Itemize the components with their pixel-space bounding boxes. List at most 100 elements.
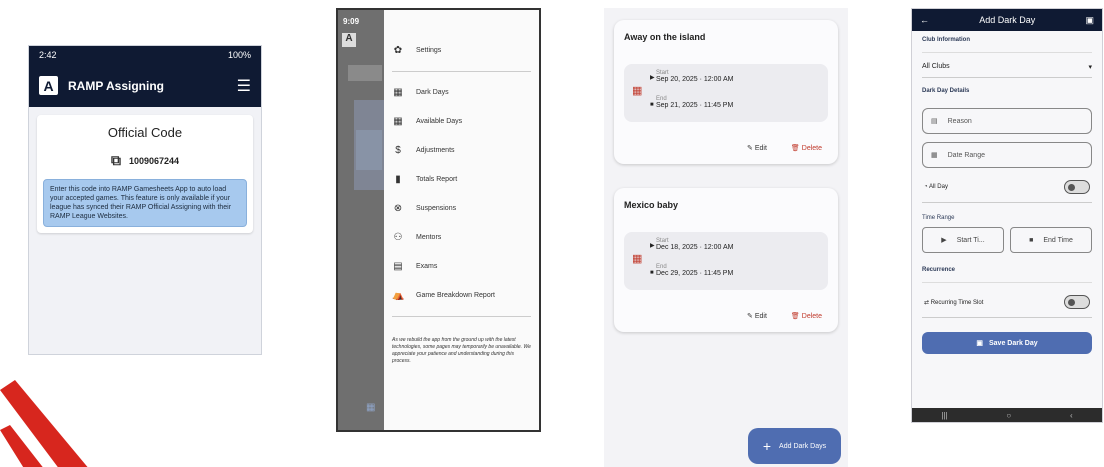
divider (392, 71, 531, 72)
menu-item-label: Settings (416, 47, 442, 54)
card-title: Official Code (107, 125, 183, 140)
menu-item-exams[interactable]: ▤ Exams (392, 252, 531, 281)
info-note: Enter this code into RAMP Gamesheets App… (43, 179, 247, 227)
section-club-information: Club Information (922, 31, 1092, 53)
dropdown-arrow-icon: ▾ (1088, 64, 1092, 71)
menu-item-label: Adjustments (416, 147, 455, 154)
date-range-field[interactable]: ▦ Date Range (922, 142, 1092, 168)
menu-item-suspensions[interactable]: ⊗ Suspensions (392, 194, 531, 223)
recent-apps-icon[interactable]: ||| (941, 411, 947, 420)
card-actions: ✎ Edit 🗑 Delete (624, 312, 828, 320)
battery-level: 100% (227, 50, 251, 60)
calendar-icon: ▦ (931, 152, 938, 159)
trash-icon: 🗑 (790, 313, 802, 320)
edit-label: Edit (754, 145, 767, 152)
official-code-value: 1009067244 (128, 155, 180, 166)
date-range-box: ▦ ▶ Start Dec 18, 2025 · 12:00 AM ■ End De… (624, 232, 828, 290)
menu-item-game-breakdown-report[interactable]: ⛺ Game Breakdown Report (392, 281, 531, 310)
status-bar: 2:42 100% (29, 46, 261, 64)
edit-button[interactable]: ✎ Edit (747, 312, 767, 320)
save-icon[interactable]: ▣ (1085, 15, 1094, 26)
dark-day-card: Away on the island ▦ ▶ Start Sep 20, 2025… (614, 20, 838, 164)
end-time-label: End Time (1043, 236, 1073, 244)
system-nav-bar: ||| ○ ‹ (912, 408, 1102, 422)
recurring-toggle[interactable] (1064, 295, 1090, 309)
calendar-icon: ▦ (393, 116, 403, 127)
time-range-label: Time Range (922, 215, 955, 221)
section-dark-day-details: Dark Day Details (922, 88, 970, 94)
clubs-select-value: All Clubs (922, 63, 950, 70)
back-arrow-icon[interactable]: ← (920, 15, 929, 25)
recurring-row: ⇄ Recurring Time Slot (922, 291, 1092, 318)
dark-day-title: Away on the island (624, 32, 706, 42)
repeat-icon: ⇄ (924, 299, 931, 306)
menu-item-settings[interactable]: ✿ Settings (392, 36, 531, 65)
card-actions: ✎ Edit 🗑 Delete (624, 144, 828, 152)
calendar-icon: ▦ (632, 253, 643, 265)
copy-icon[interactable]: ⧉ (111, 152, 121, 169)
clubs-select[interactable]: All Clubs ▾ (922, 63, 1092, 78)
official-code-card: Official Code ⧉ 1009067244 Enter this co… (37, 115, 253, 233)
app-title: RAMP Assigning (68, 78, 165, 93)
dark-day-card: Mexico baby ▦ ▶ Start Dec 18, 2025 · 12:0… (614, 188, 838, 332)
people-icon: ⚇ (393, 232, 403, 243)
delete-label: Delete (801, 145, 822, 152)
menu-item-label: Game Breakdown Report (416, 292, 495, 299)
date-range-placeholder: Date Range (947, 151, 985, 159)
delete-button[interactable]: 🗑 Delete (791, 144, 822, 152)
all-day-label: All Day (928, 184, 948, 190)
stop-icon: ■ (650, 270, 654, 276)
code-row: ⧉ 1009067244 (43, 152, 247, 169)
app-logo: A (342, 33, 356, 47)
document-icon: ▤ (931, 118, 938, 125)
page-title: Add Dark Day (979, 15, 1036, 25)
top-app-bar: ← Add Dark Day ▣ (912, 9, 1102, 31)
dark-day-title: Mexico baby (624, 200, 679, 210)
stop-icon: ■ (1029, 236, 1034, 244)
delete-label: Delete (801, 313, 822, 320)
screenshot-collage: 2:42 100% A RAMP Assigning ☰ Official Co… (0, 0, 1104, 467)
add-dark-day-screen: ← Add Dark Day ▣ Club Information All Cl… (911, 8, 1103, 423)
report-icon: ⛺ (392, 290, 405, 301)
save-label: Save Dark Day (988, 339, 1038, 347)
status-time: 2:42 (39, 50, 57, 60)
pencil-icon: ✎ (747, 145, 755, 152)
save-dark-day-button[interactable]: ▣ Save Dark Day (922, 332, 1092, 354)
all-day-toggle[interactable] (1064, 180, 1090, 194)
background-block (348, 65, 382, 81)
section-recurrence: Recurrence (922, 261, 1092, 283)
menu-item-label: Dark Days (416, 89, 449, 96)
menu-item-mentors[interactable]: ⚇ Mentors (392, 223, 531, 252)
back-icon[interactable]: ‹ (1070, 411, 1073, 420)
all-day-row: ◔ All Day (922, 176, 1092, 203)
app-logo: A (39, 76, 58, 95)
official-code-screen: 2:42 100% A RAMP Assigning ☰ Official Co… (28, 45, 262, 355)
edit-label: Edit (754, 313, 767, 320)
dollar-icon: $ (395, 145, 401, 156)
nav-drawer: ✿ Settings ▦ Dark Days ▦ Available Days $ Ad… (384, 10, 539, 430)
start-time-label: Start Ti... (956, 236, 985, 244)
form-body: Club Information All Clubs ▾ Dark Day De… (912, 31, 1102, 354)
end-time-button[interactable]: ■ End Time (1010, 227, 1092, 253)
menu-item-totals-report[interactable]: ▮ Totals Report (392, 165, 531, 194)
menu-item-available-days[interactable]: ▦ Available Days (392, 107, 531, 136)
start-time-button[interactable]: ▶ Start Ti... (922, 227, 1004, 253)
start-datetime: Sep 20, 2025 · 12:00 AM (656, 76, 734, 83)
menu-item-label: Suspensions (416, 205, 457, 212)
edit-button[interactable]: ✎ Edit (747, 144, 767, 152)
menu-item-label: Exams (416, 263, 438, 270)
reason-placeholder: Reason (947, 117, 972, 125)
plus-icon: + (762, 438, 772, 454)
hamburger-menu-icon[interactable]: ☰ (237, 76, 251, 96)
add-dark-days-button[interactable]: + Add Dark Days (748, 428, 841, 464)
bar-chart-icon: ▮ (395, 174, 401, 185)
document-icon: ▤ (393, 261, 403, 272)
start-datetime: Dec 18, 2025 · 12:00 AM (656, 244, 734, 251)
reason-field[interactable]: ▤ Reason (922, 108, 1092, 134)
home-icon[interactable]: ○ (1006, 411, 1011, 420)
delete-button[interactable]: 🗑 Delete (791, 312, 822, 320)
background-block (356, 130, 382, 170)
menu-item-label: Totals Report (416, 176, 458, 183)
menu-item-adjustments[interactable]: $ Adjustments (392, 136, 531, 165)
menu-item-dark-days[interactable]: ▦ Dark Days (392, 78, 531, 107)
